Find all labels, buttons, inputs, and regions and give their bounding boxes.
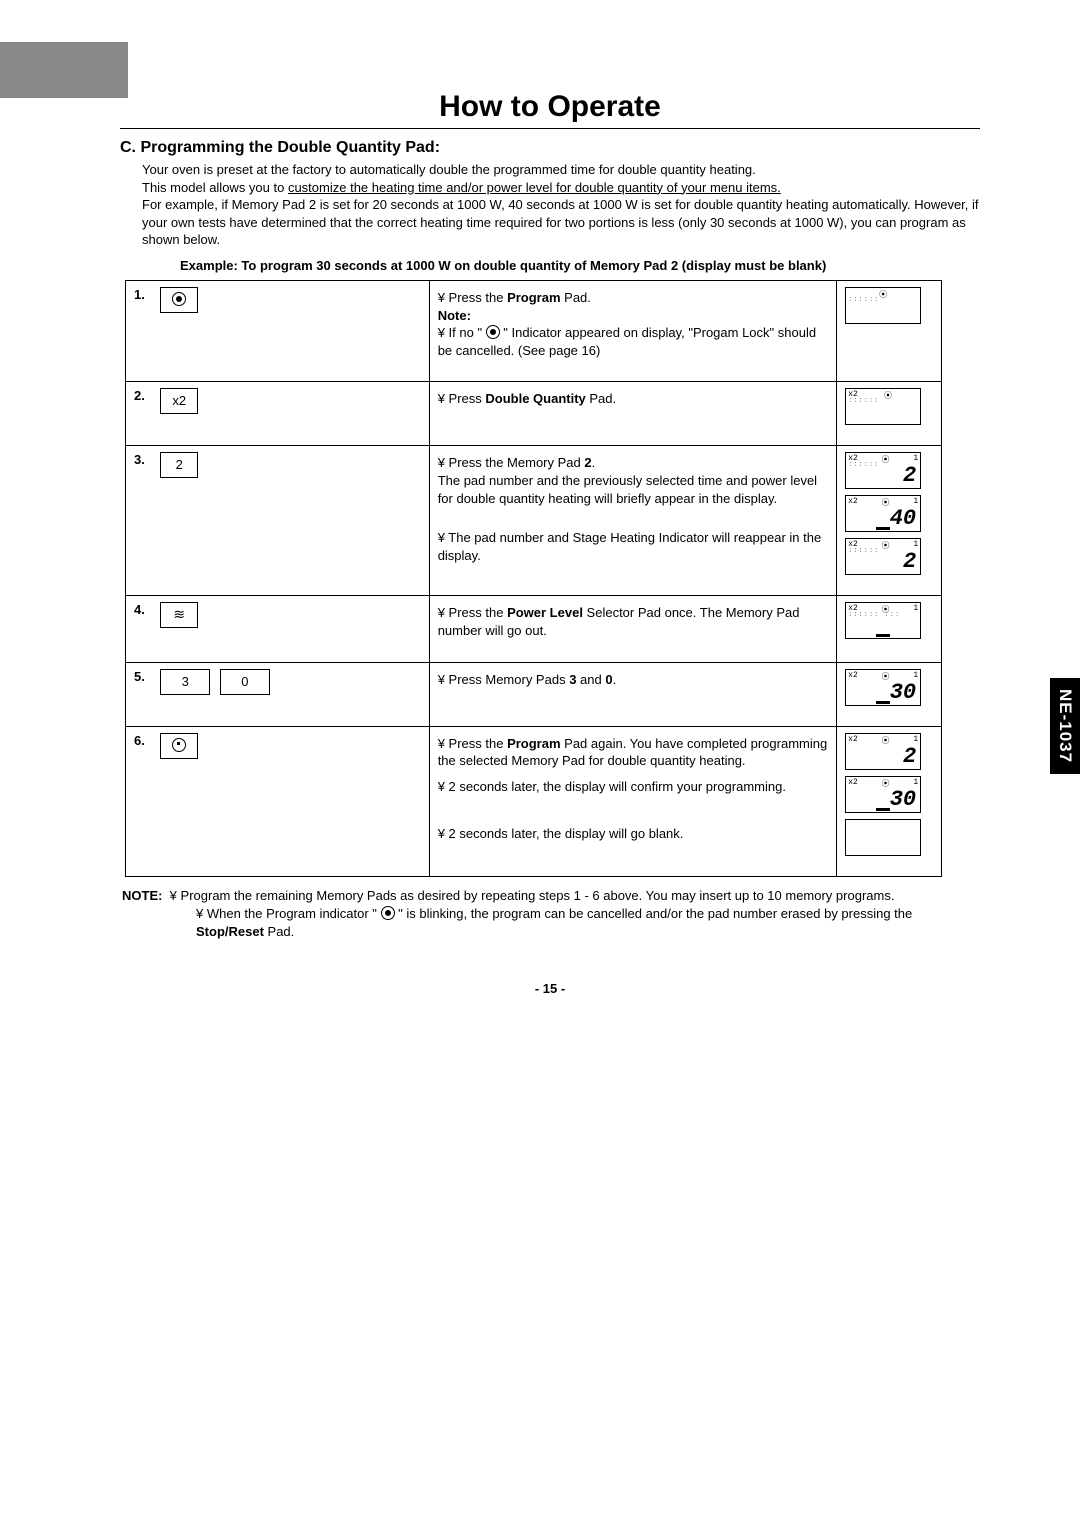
step-number: 4. bbox=[126, 596, 157, 662]
step-display: ⦿ :::::: bbox=[837, 281, 942, 382]
step-display: x2⦿1 2 x2⦿1 30 bbox=[837, 726, 942, 876]
double-qty-pad: x2 bbox=[160, 388, 198, 414]
step-desc: ¥ Press the Memory Pad 2. The pad number… bbox=[429, 446, 836, 596]
step-number: 2. bbox=[126, 382, 157, 446]
step-desc: ¥ Press the Program Pad again. You have … bbox=[429, 726, 836, 876]
step-key bbox=[156, 281, 429, 382]
step-number: 1. bbox=[126, 281, 157, 382]
program-indicator-icon bbox=[381, 906, 395, 920]
step-desc: ¥ Press Double Quantity Pad. bbox=[429, 382, 836, 446]
example-heading: Example: To program 30 seconds at 1000 W… bbox=[180, 257, 980, 275]
step-key: 3 0 bbox=[156, 662, 429, 726]
table-row: 1. ¥ Press the Program Pad. Note: ¥ If n… bbox=[126, 281, 942, 382]
step-display: x2⦿1 :::::: ::: bbox=[837, 596, 942, 662]
display-box: x2⦿1 :::::: ::: bbox=[845, 602, 921, 639]
steps-table: 1. ¥ Press the Program Pad. Note: ¥ If n… bbox=[125, 280, 942, 876]
title-underline bbox=[120, 128, 980, 129]
program-pad-icon bbox=[160, 287, 198, 313]
intro-block: Your oven is preset at the factory to au… bbox=[142, 161, 980, 249]
step-number: 3. bbox=[126, 446, 157, 596]
display-box: x2⦿1 30 bbox=[845, 669, 921, 706]
step-number: 5. bbox=[126, 662, 157, 726]
memory-pad-3: 3 bbox=[160, 669, 210, 695]
display-box: x2⦿1 40 bbox=[845, 495, 921, 532]
display-box: x2⦿1 30 bbox=[845, 776, 921, 813]
memory-pad-2: 2 bbox=[160, 452, 198, 478]
memory-pad-0: 0 bbox=[220, 669, 270, 695]
display-box: x2⦿1 :::::: 2 bbox=[845, 452, 921, 489]
table-row: 4. ≋ ¥ Press the Power Level Selector Pa… bbox=[126, 596, 942, 662]
step-desc: ¥ Press the Program Pad. Note: ¥ If no "… bbox=[429, 281, 836, 382]
display-box: x2⦿1 :::::: 2 bbox=[845, 538, 921, 575]
display-box: x2⦿1 2 bbox=[845, 733, 921, 770]
note-1: Program the remaining Memory Pads as des… bbox=[181, 888, 895, 903]
step-desc: ¥ Press the Power Level Selector Pad onc… bbox=[429, 596, 836, 662]
display-box bbox=[845, 819, 921, 856]
table-row: 6. ¥ Press the Program Pad again. You ha… bbox=[126, 726, 942, 876]
power-level-pad-icon: ≋ bbox=[160, 602, 198, 628]
step-key: x2 bbox=[156, 382, 429, 446]
table-row: 5. 3 0 ¥ Press Memory Pads 3 and 0. x2⦿1… bbox=[126, 662, 942, 726]
intro-p3: For example, if Memory Pad 2 is set for … bbox=[142, 196, 980, 249]
program-indicator-icon bbox=[486, 325, 500, 339]
page-title: How to Operate bbox=[120, 90, 980, 128]
page-content: How to Operate C. Programming the Double… bbox=[0, 0, 1080, 1056]
step-key: ≋ bbox=[156, 596, 429, 662]
intro-p1: Your oven is preset at the factory to au… bbox=[142, 161, 980, 179]
step-key bbox=[156, 726, 429, 876]
step-display: x2⦿1 30 bbox=[837, 662, 942, 726]
step-key: 2 bbox=[156, 446, 429, 596]
step-display: x2⦿ :::::: bbox=[837, 382, 942, 446]
display-box: x2⦿ :::::: bbox=[845, 388, 921, 425]
step-desc: ¥ Press Memory Pads 3 and 0. bbox=[429, 662, 836, 726]
table-row: 3. 2 ¥ Press the Memory Pad 2. The pad n… bbox=[126, 446, 942, 596]
step-display: x2⦿1 :::::: 2 x2⦿1 40 x2⦿1 :::::: 2 bbox=[837, 446, 942, 596]
intro-p2: This model allows you to customize the h… bbox=[142, 179, 980, 197]
program-pad-icon bbox=[160, 733, 198, 759]
table-row: 2. x2 ¥ Press Double Quantity Pad. x2⦿ :… bbox=[126, 382, 942, 446]
display-box: ⦿ :::::: bbox=[845, 287, 921, 324]
page-number: - 15 - bbox=[120, 981, 980, 996]
step-number: 6. bbox=[126, 726, 157, 876]
note-label: NOTE: bbox=[122, 888, 162, 903]
section-heading: C. Programming the Double Quantity Pad: bbox=[120, 139, 980, 157]
notes-block: NOTE: ¥ Program the remaining Memory Pad… bbox=[122, 887, 980, 942]
